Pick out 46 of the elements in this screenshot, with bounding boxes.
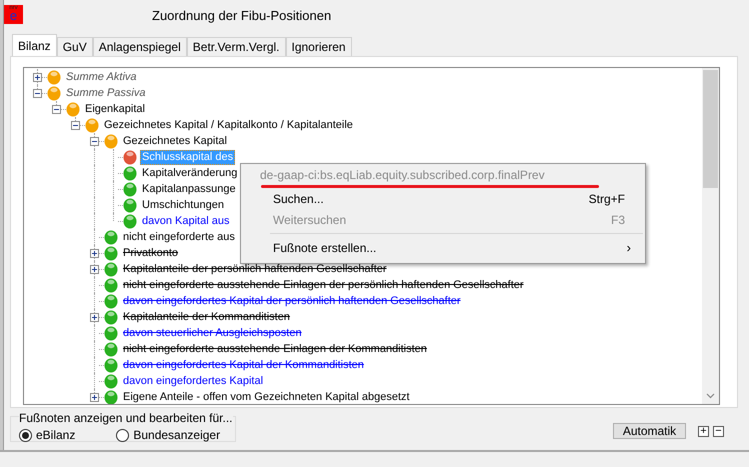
automatik-button[interactable]: Automatik <box>613 423 686 439</box>
tree-item[interactable]: Eigene Anteile - offen vom Gezeichneten Kapital abgesetzt <box>121 390 412 404</box>
expand-icon[interactable] <box>33 72 42 82</box>
menu-item[interactable]: Suchen... Strg+F <box>241 188 645 209</box>
radio-option[interactable]: eBilanz <box>19 428 76 442</box>
collapse-icon[interactable] <box>71 120 80 130</box>
scrollbar[interactable] <box>702 68 719 404</box>
collapse-icon[interactable] <box>52 104 61 114</box>
tree-item[interactable]: Kapitalveränderung <box>140 166 240 180</box>
tree-item[interactable]: davon eingefordertes Kapital der Kommanditisten <box>121 358 366 372</box>
expand-icon[interactable] <box>90 312 99 322</box>
tree-item[interactable]: davon steuerlicher Ausgleichsposten <box>121 326 304 340</box>
tree-item[interactable]: davon eingefordertes Kapital <box>121 374 266 388</box>
tab[interactable]: GuV <box>56 37 93 56</box>
expand-all-button[interactable]: + <box>698 426 709 437</box>
tree-item[interactable]: nicht eingeforderte ausstehende Einlagen der Kommanditisten <box>121 342 429 356</box>
tree-item[interactable]: Kapitalanpassunge <box>140 182 238 196</box>
tree-item[interactable]: Kapitalanteile der persönlich haftenden Gesellschafter <box>121 262 389 276</box>
tree-item[interactable]: Summe Passiva <box>64 86 148 100</box>
tree-item[interactable]: Summe Aktiva <box>64 70 139 84</box>
tree-item[interactable]: Umschichtungen <box>140 198 226 212</box>
tree-item[interactable]: Gezeichnetes Kapital <box>121 134 229 148</box>
tab[interactable]: Anlagenspiegel <box>92 37 187 56</box>
tree-item[interactable]: Gezeichnetes Kapital / Kapitalkonto / Kapitalanteile <box>102 118 355 132</box>
tree-item[interactable]: Privatkonto <box>121 246 180 260</box>
tree-item[interactable]: nicht eingeforderte ausstehende Einlagen der persönlich haftenden Gesellschafter <box>121 278 526 292</box>
collapse-icon[interactable] <box>90 136 99 146</box>
scroll-down-icon[interactable] <box>706 393 715 399</box>
collapse-all-button[interactable]: − <box>713 426 724 437</box>
tab[interactable]: Ignorieren <box>286 37 352 56</box>
expand-icon[interactable] <box>90 248 99 258</box>
expand-icon[interactable] <box>90 264 99 274</box>
radio-option[interactable]: Bundesanzeiger <box>116 428 220 442</box>
window-title: Zuordnung der Fibu-Positionen <box>152 8 332 22</box>
tab[interactable]: Bilanz <box>12 34 57 56</box>
menu-header: de-gaap-ci:bs.eqLiab.equity.subscribed.corp.finalPrev <box>259 167 546 184</box>
tree-item[interactable]: davon eingefordertes Kapital der persönlich haftenden Gesellschafter <box>121 294 463 308</box>
menu-item[interactable]: Fußnote erstellen... › <box>241 237 645 258</box>
collapse-icon[interactable] <box>33 88 42 98</box>
expand-icon[interactable] <box>90 392 99 402</box>
group-label: Fußnoten anzeigen und bearbeiten für... <box>19 412 232 424</box>
tab[interactable]: Betr.Verm.Vergl. <box>186 37 286 56</box>
tree-item[interactable]: nicht eingeforderte aus <box>121 230 237 244</box>
tree-item[interactable]: Kapitalanteile der Kommanditisten <box>121 310 292 324</box>
tree-item[interactable]: davon Kapital aus <box>140 214 232 228</box>
tree-item[interactable]: Eigenkapital <box>83 102 147 116</box>
